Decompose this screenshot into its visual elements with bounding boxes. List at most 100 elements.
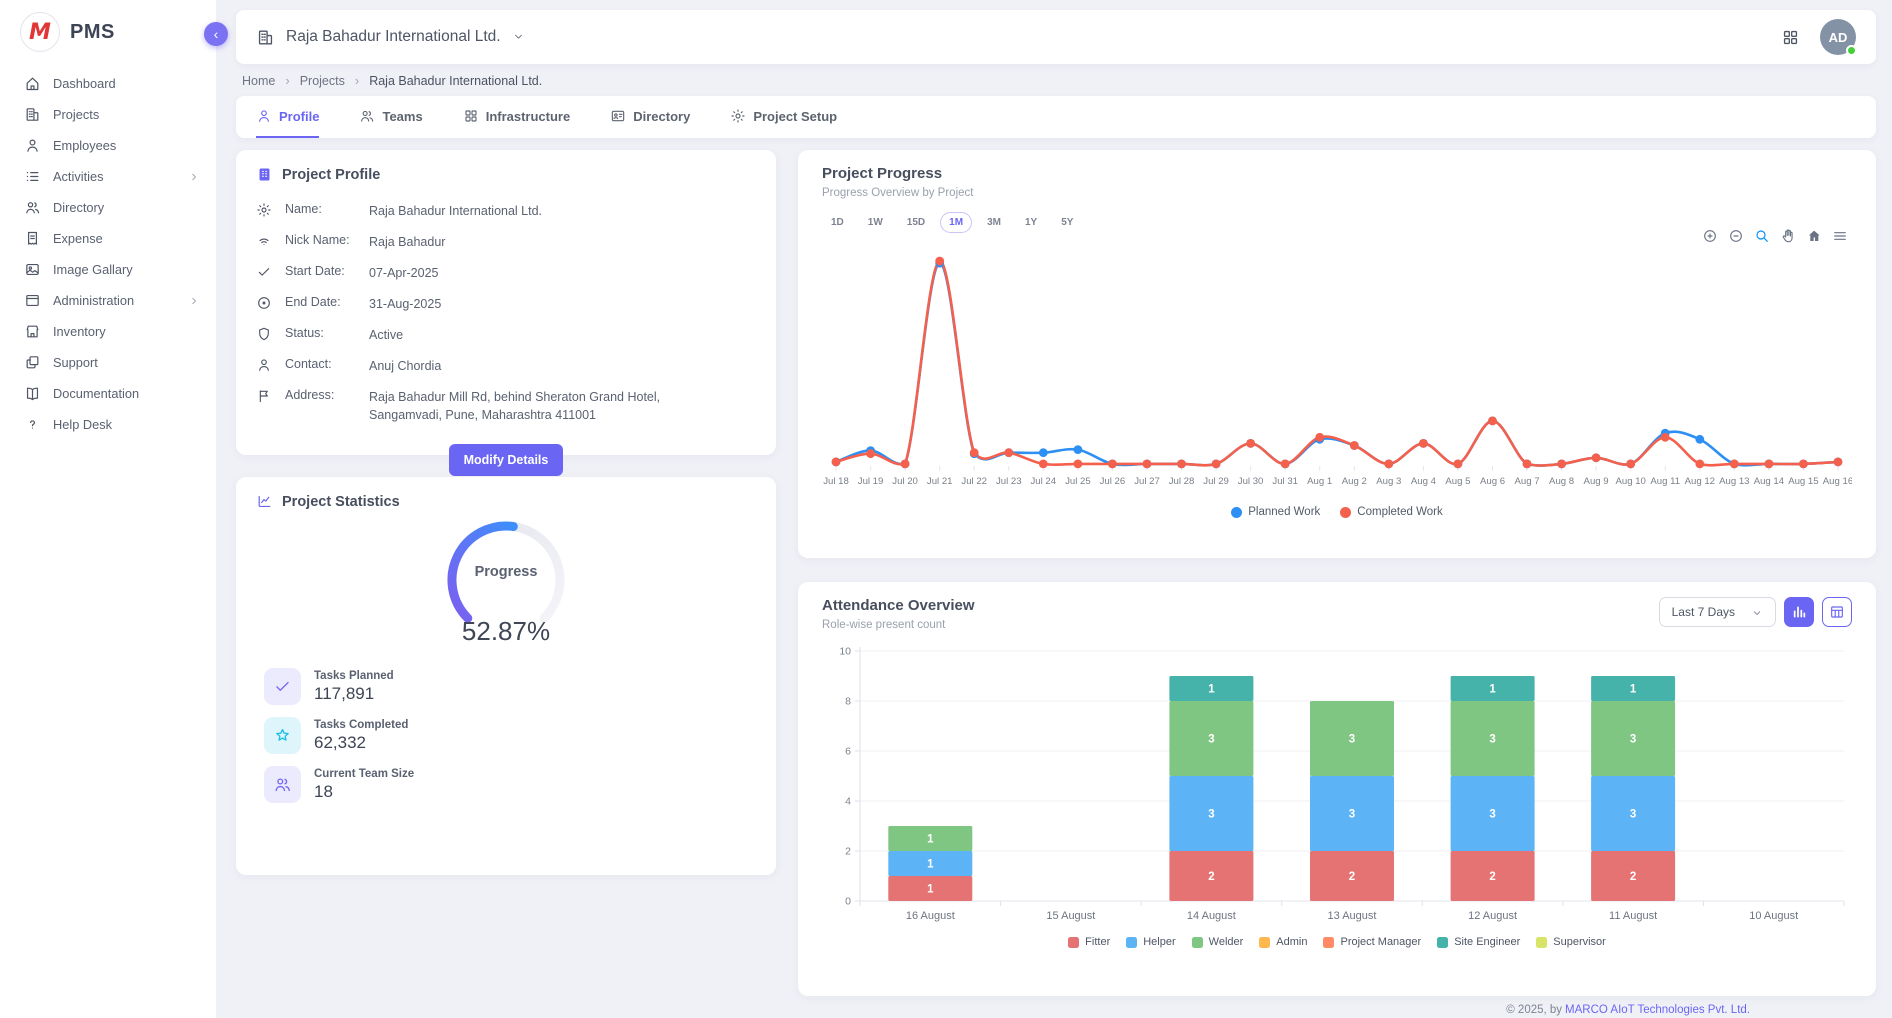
x-axis-label: Jul 28: [1169, 476, 1195, 487]
sidebar-item-inventory[interactable]: Inventory: [0, 316, 216, 347]
avatar[interactable]: AD: [1820, 19, 1856, 55]
range-button-3m[interactable]: 3M: [978, 212, 1010, 233]
zoom-out-button[interactable]: [1728, 228, 1744, 244]
sidebar-item-projects[interactable]: Projects: [0, 99, 216, 130]
marker-completed-work-aug-14[interactable]: [1765, 460, 1774, 469]
table-view-button[interactable]: [1822, 597, 1852, 627]
marker-completed-work-jul-21[interactable]: [935, 257, 944, 266]
marker-planned-work-jul-24[interactable]: [1039, 448, 1048, 457]
marker-completed-work-jul-23[interactable]: [1004, 448, 1013, 457]
apps-grid-button[interactable]: [1781, 28, 1800, 47]
marker-completed-work-aug-6[interactable]: [1488, 417, 1497, 426]
marker-completed-work-aug-11[interactable]: [1661, 433, 1670, 442]
range-button-5y[interactable]: 5Y: [1052, 212, 1082, 233]
sidebar-item-label: Expense: [53, 231, 200, 246]
marker-completed-work-jul-22[interactable]: [970, 448, 979, 457]
y-axis-label: 4: [845, 796, 851, 808]
marker-completed-work-jul-24[interactable]: [1039, 460, 1048, 469]
x-axis-label: Aug 2: [1342, 476, 1367, 487]
sidebar-item-image-gallary[interactable]: Image Gallary: [0, 254, 216, 285]
profile-field-nick-name: Nick Name: Raja Bahadur: [256, 226, 756, 257]
marker-completed-work-aug-13[interactable]: [1730, 460, 1739, 469]
legend-welder[interactable]: Welder: [1192, 936, 1244, 948]
sidebar-collapse-button[interactable]: ‹: [204, 22, 228, 46]
zoom-in-button[interactable]: [1702, 228, 1718, 244]
marker-completed-work-jul-30[interactable]: [1246, 439, 1255, 448]
x-axis-label: Jul 29: [1203, 476, 1229, 487]
range-button-15d[interactable]: 15D: [898, 212, 934, 233]
tab-label: Teams: [382, 109, 422, 124]
legend-helper[interactable]: Helper: [1126, 936, 1175, 948]
tab-profile[interactable]: Profile: [256, 96, 319, 138]
modify-details-button[interactable]: Modify Details: [449, 444, 564, 476]
legend-site-engineer[interactable]: Site Engineer: [1437, 936, 1520, 948]
sidebar-item-dashboard[interactable]: Dashboard: [0, 68, 216, 99]
chart-view-button[interactable]: [1784, 597, 1814, 627]
marker-completed-work-jul-18[interactable]: [832, 458, 841, 467]
tab-teams[interactable]: Teams: [359, 96, 422, 138]
shield-icon: [256, 326, 272, 342]
marker-completed-work-jul-26[interactable]: [1108, 460, 1117, 469]
legend-project-manager[interactable]: Project Manager: [1323, 936, 1421, 948]
content: Project Profile Name: Raja Bahadur Inter…: [236, 150, 1876, 996]
marker-completed-work-jul-28[interactable]: [1177, 460, 1186, 469]
range-select[interactable]: Last 7 Days: [1659, 597, 1776, 627]
selection-zoom-button[interactable]: [1754, 228, 1770, 244]
marker-completed-work-jul-27[interactable]: [1143, 460, 1152, 469]
marker-completed-work-aug-8[interactable]: [1557, 460, 1566, 469]
marker-completed-work-aug-2[interactable]: [1350, 441, 1359, 450]
bar-value-label: 1: [1208, 684, 1215, 696]
marker-completed-work-jul-31[interactable]: [1281, 460, 1290, 469]
tab-project-setup[interactable]: Project Setup: [730, 96, 837, 138]
sidebar-item-documentation[interactable]: Documentation: [0, 378, 216, 409]
marker-planned-work-aug-12[interactable]: [1695, 435, 1704, 444]
footer-company-link[interactable]: MARCO AIoT Technologies Pvt. Ltd.: [1565, 1004, 1750, 1016]
marker-completed-work-aug-15[interactable]: [1799, 460, 1808, 469]
sidebar-item-activities[interactable]: Activities: [0, 161, 216, 192]
reset-zoom-button[interactable]: [1806, 228, 1822, 244]
marker-completed-work-aug-1[interactable]: [1315, 433, 1324, 442]
marker-completed-work-aug-16[interactable]: [1834, 458, 1843, 467]
company-selector[interactable]: Raja Bahadur International Ltd.: [256, 28, 525, 47]
marker-completed-work-jul-25[interactable]: [1074, 460, 1083, 469]
marker-completed-work-aug-10[interactable]: [1626, 460, 1635, 469]
tab-directory[interactable]: Directory: [610, 96, 690, 138]
breadcrumb-item-projects[interactable]: Projects: [300, 74, 345, 88]
marker-completed-work-aug-7[interactable]: [1523, 460, 1532, 469]
gauge-value: 52.87%: [462, 616, 550, 646]
legend-fitter[interactable]: Fitter: [1068, 936, 1110, 948]
sidebar-item-directory[interactable]: Directory: [0, 192, 216, 223]
marker-completed-work-jul-29[interactable]: [1212, 460, 1221, 469]
marker-completed-work-aug-9[interactable]: [1592, 453, 1601, 462]
range-button-1w[interactable]: 1W: [859, 212, 892, 233]
marker-completed-work-jul-20[interactable]: [901, 460, 910, 469]
legend-planned-work[interactable]: Planned Work: [1231, 506, 1320, 518]
breadcrumb-item-home[interactable]: Home: [242, 74, 275, 88]
x-axis-label: Aug 9: [1584, 476, 1609, 487]
sidebar-item-administration[interactable]: Administration: [0, 285, 216, 316]
range-button-1y[interactable]: 1Y: [1016, 212, 1046, 233]
marker-planned-work-jul-25[interactable]: [1074, 445, 1083, 454]
legend-label: Planned Work: [1248, 506, 1320, 518]
sidebar-item-employees[interactable]: Employees: [0, 130, 216, 161]
tab-infrastructure[interactable]: Infrastructure: [463, 96, 571, 138]
legend-admin[interactable]: Admin: [1259, 936, 1307, 948]
marker-completed-work-aug-5[interactable]: [1454, 460, 1463, 469]
legend-completed-work[interactable]: Completed Work: [1340, 506, 1442, 518]
chart-menu-button[interactable]: [1832, 228, 1848, 244]
sidebar-item-help-desk[interactable]: Help Desk: [0, 409, 216, 440]
marker-completed-work-jul-19[interactable]: [866, 449, 875, 458]
expand-chevron: [188, 171, 200, 183]
legend-supervisor[interactable]: Supervisor: [1536, 936, 1606, 948]
sidebar-item-expense[interactable]: Expense: [0, 223, 216, 254]
x-axis-label: Aug 7: [1514, 476, 1539, 487]
range-button-1m[interactable]: 1M: [940, 212, 972, 233]
app-logo[interactable]: M PMS: [0, 0, 216, 68]
marker-completed-work-aug-4[interactable]: [1419, 439, 1428, 448]
tab-label: Infrastructure: [486, 109, 571, 124]
marker-completed-work-aug-3[interactable]: [1384, 460, 1393, 469]
range-button-1d[interactable]: 1D: [822, 212, 853, 233]
pan-button[interactable]: [1780, 228, 1796, 244]
marker-completed-work-aug-12[interactable]: [1695, 460, 1704, 469]
sidebar-item-support[interactable]: Support: [0, 347, 216, 378]
